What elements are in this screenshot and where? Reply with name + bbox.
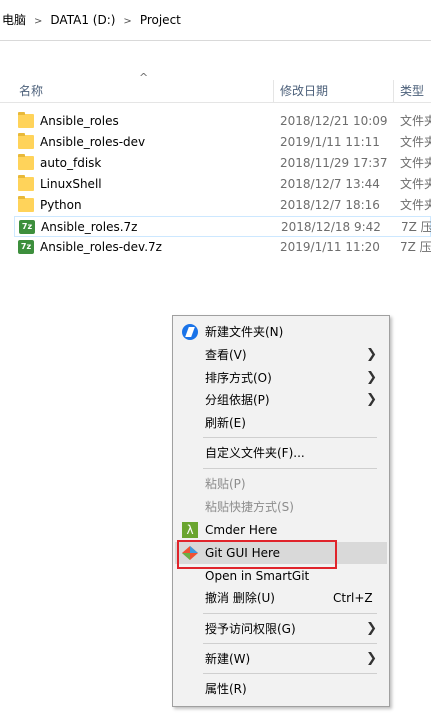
menu-item-shortcut: Ctrl+Z bbox=[333, 591, 373, 605]
chevron-right-icon: ❯ bbox=[366, 392, 377, 407]
folder-icon bbox=[18, 133, 34, 149]
menu-item-paste-shortcut: 粘贴快捷方式(S) bbox=[175, 496, 387, 518]
breadcrumb: 电脑 > DATA1 (D:) > Project bbox=[0, 10, 183, 30]
menu-item-label: 粘贴(P) bbox=[205, 477, 246, 491]
file-date: 2019/1/11 11:11 bbox=[280, 135, 380, 149]
menu-separator bbox=[203, 468, 377, 469]
menu-item-label: 查看(V) bbox=[205, 348, 247, 362]
menu-item-label: 属性(R) bbox=[205, 682, 247, 696]
file-date: 2018/11/29 17:37 bbox=[280, 156, 388, 170]
file-type: 文件夹 bbox=[400, 156, 431, 170]
file-name: Ansible_roles-dev bbox=[40, 135, 146, 149]
menu-item-label: 授予访问权限(G) bbox=[205, 622, 296, 636]
file-name: LinuxShell bbox=[40, 177, 102, 191]
menu-item-customize-folder[interactable]: 自定义文件夹(F)... bbox=[175, 442, 387, 464]
file-row[interactable]: 7z Ansible_roles-dev.7z 2019/1/11 11:20 … bbox=[14, 237, 431, 258]
column-header-date[interactable]: 修改日期 bbox=[280, 80, 328, 102]
file-name: Python bbox=[40, 198, 82, 212]
menu-item-view[interactable]: 查看(V) ❯ bbox=[175, 344, 387, 366]
menu-item-properties[interactable]: 属性(R) bbox=[175, 678, 387, 700]
file-name: auto_fdisk bbox=[40, 156, 102, 170]
menu-item-new-folder[interactable]: 新建文件夹(N) bbox=[175, 321, 387, 343]
menu-item-undo-delete[interactable]: 撤消 删除(U) Ctrl+Z bbox=[175, 587, 387, 609]
menu-separator bbox=[203, 643, 377, 644]
context-menu: 新建文件夹(N) 查看(V) ❯ 排序方式(O) ❯ 分组依据(P) ❯ 刷新(… bbox=[172, 315, 390, 707]
chevron-right-icon: ❯ bbox=[366, 370, 377, 385]
folder-icon bbox=[18, 112, 34, 128]
file-row[interactable]: Ansible_roles 2018/12/21 10:09 文件夹 bbox=[14, 111, 431, 132]
file-type: 文件夹 bbox=[400, 114, 431, 128]
breadcrumb-item-project[interactable]: Project bbox=[138, 10, 183, 30]
menu-item-label: 粘贴快捷方式(S) bbox=[205, 500, 294, 514]
file-type: 7Z 压缩 bbox=[401, 220, 431, 234]
file-row[interactable]: auto_fdisk 2018/11/29 17:37 文件夹 bbox=[14, 153, 431, 174]
highlight-annotation-box bbox=[177, 540, 337, 569]
chevron-right-icon: ❯ bbox=[366, 621, 377, 636]
column-header: 名称 修改日期 类型 bbox=[0, 80, 431, 103]
column-divider[interactable] bbox=[393, 80, 394, 102]
chevron-right-icon: ❯ bbox=[366, 651, 377, 666]
menu-item-label: 排序方式(O) bbox=[205, 371, 272, 385]
file-date: 2018/12/18 9:42 bbox=[281, 220, 381, 234]
breadcrumb-separator: > bbox=[123, 16, 132, 27]
file-name: Ansible_roles bbox=[40, 114, 119, 128]
file-date: 2018/12/21 10:09 bbox=[280, 114, 388, 128]
breadcrumb-item-pc[interactable]: 电脑 bbox=[0, 10, 28, 30]
menu-item-label: 分组依据(P) bbox=[205, 393, 270, 407]
file-date: 2018/12/7 13:44 bbox=[280, 177, 380, 191]
file-date: 2018/12/7 18:16 bbox=[280, 198, 380, 212]
file-type: 文件夹 bbox=[400, 135, 431, 149]
new-folder-icon bbox=[182, 324, 198, 340]
menu-item-group-by[interactable]: 分组依据(P) ❯ bbox=[175, 389, 387, 411]
folder-icon bbox=[18, 175, 34, 191]
file-type: 文件夹 bbox=[400, 198, 431, 212]
menu-item-paste: 粘贴(P) bbox=[175, 473, 387, 495]
address-bar[interactable]: 电脑 > DATA1 (D:) > Project bbox=[0, 0, 431, 41]
menu-item-cmder-here[interactable]: λ Cmder Here bbox=[175, 519, 387, 541]
breadcrumb-item-data1[interactable]: DATA1 (D:) bbox=[48, 10, 117, 30]
chevron-right-icon: ❯ bbox=[366, 347, 377, 362]
breadcrumb-separator: > bbox=[34, 16, 43, 27]
file-row[interactable]: Python 2018/12/7 18:16 文件夹 bbox=[14, 195, 431, 216]
file-row[interactable]: LinuxShell 2018/12/7 13:44 文件夹 bbox=[14, 174, 431, 195]
menu-item-label: Cmder Here bbox=[205, 523, 278, 537]
column-header-name[interactable]: 名称 bbox=[19, 80, 43, 102]
menu-item-label: 刷新(E) bbox=[205, 416, 246, 430]
file-name: Ansible_roles-dev.7z bbox=[40, 240, 162, 254]
menu-separator bbox=[203, 437, 377, 438]
menu-item-label: 撤消 删除(U) bbox=[205, 591, 275, 605]
menu-item-new[interactable]: 新建(W) ❯ bbox=[175, 648, 387, 670]
menu-item-label: 新建(W) bbox=[205, 652, 251, 666]
7z-archive-icon: 7z bbox=[19, 220, 35, 234]
column-divider[interactable] bbox=[273, 80, 274, 102]
menu-item-label: 自定义文件夹(F)... bbox=[205, 446, 305, 460]
file-name: Ansible_roles.7z bbox=[41, 220, 138, 234]
cmder-lambda-icon: λ bbox=[182, 522, 198, 538]
file-row-selected[interactable]: 7z Ansible_roles.7z 2018/12/18 9:42 7Z 压… bbox=[14, 216, 431, 237]
column-header-type[interactable]: 类型 bbox=[400, 80, 424, 102]
menu-item-refresh[interactable]: 刷新(E) bbox=[175, 412, 387, 434]
folder-icon bbox=[18, 154, 34, 170]
file-type: 文件夹 bbox=[400, 177, 431, 191]
7z-archive-icon: 7z bbox=[18, 240, 34, 254]
menu-separator bbox=[203, 673, 377, 674]
menu-item-grant-access[interactable]: 授予访问权限(G) ❯ bbox=[175, 618, 387, 640]
menu-item-label: 新建文件夹(N) bbox=[205, 325, 284, 339]
file-type: 7Z 压缩 bbox=[400, 240, 431, 254]
file-date: 2019/1/11 11:20 bbox=[280, 240, 380, 254]
menu-item-sort-by[interactable]: 排序方式(O) ❯ bbox=[175, 367, 387, 389]
menu-separator bbox=[203, 613, 377, 614]
folder-icon bbox=[18, 196, 34, 212]
file-row[interactable]: Ansible_roles-dev 2019/1/11 11:11 文件夹 bbox=[14, 132, 431, 153]
